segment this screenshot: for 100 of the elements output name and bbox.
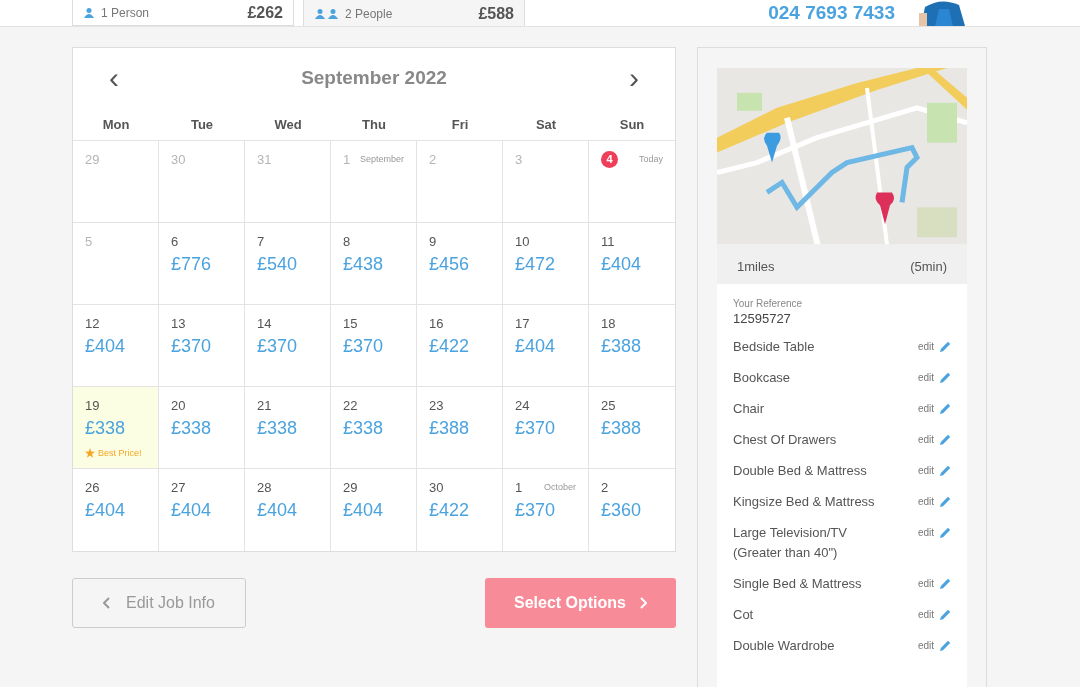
day-cell[interactable]: 18 £388 — [589, 305, 675, 387]
item-name: Chair — [733, 400, 766, 418]
option-price: £588 — [478, 5, 514, 22]
day-cell[interactable]: 30 £422 — [417, 469, 503, 551]
best-price-label: Best Price! — [98, 448, 142, 458]
edit-link[interactable]: edit — [917, 461, 934, 481]
previous-month-button[interactable]: ‹ — [103, 63, 125, 93]
today-day-number: 4 — [601, 150, 618, 168]
phone-number: 024 7693 7433 — [768, 3, 895, 23]
day-price: £438 — [343, 254, 385, 275]
day-cell[interactable]: 28 £404 — [245, 469, 331, 551]
reference-label: Your Reference — [733, 298, 804, 309]
day-number: 14 — [257, 315, 272, 331]
weekday-label: Thu — [361, 116, 387, 132]
day-price: £404 — [257, 500, 299, 521]
day-number: 26 — [85, 479, 100, 495]
edit-link[interactable]: edit — [917, 430, 934, 450]
reference-number: 12595727 — [733, 311, 792, 326]
day-cell[interactable]: 27 £404 — [159, 469, 245, 551]
day-number: 10 — [515, 233, 530, 249]
edit-link[interactable]: edit — [917, 605, 934, 625]
day-price: £422 — [429, 500, 471, 521]
day-number: 29 — [343, 479, 358, 495]
day-number: 11 — [601, 233, 615, 249]
day-cell[interactable]: 10 £472 — [503, 223, 589, 305]
day-cell[interactable]: 17 £404 — [503, 305, 589, 387]
day-price: £776 — [171, 254, 213, 275]
day-price: £404 — [343, 500, 385, 521]
day-cell[interactable]: 19 £338 Best Price! — [73, 387, 159, 469]
day-number: 17 — [515, 315, 530, 331]
day-number: 22 — [343, 397, 358, 413]
day-number: 1 — [343, 151, 351, 167]
day-cell[interactable]: 26 £404 — [73, 469, 159, 551]
edit-link[interactable]: edit — [917, 574, 934, 594]
edit-link[interactable]: edit — [917, 523, 934, 543]
edit-link[interactable]: edit — [917, 368, 934, 388]
day-price: £370 — [257, 336, 299, 357]
day-number: 12 — [85, 315, 100, 331]
next-month-button[interactable]: › — [623, 63, 645, 93]
day-cell[interactable]: 16 £422 — [417, 305, 503, 387]
edit-link[interactable]: edit — [917, 337, 934, 357]
day-cell[interactable]: 21 £338 — [245, 387, 331, 469]
route-distance: 1miles — [737, 259, 775, 274]
day-number: 1 — [515, 479, 523, 495]
item-name: Double Bed & Mattress — [733, 462, 868, 480]
edit-link[interactable]: edit — [917, 399, 934, 419]
day-price: £404 — [171, 500, 213, 521]
day-price: £370 — [171, 336, 213, 357]
day-cell[interactable]: 6 £776 — [159, 223, 245, 305]
option-label: 2 People — [345, 7, 393, 20]
day-cell[interactable]: 13 £370 — [159, 305, 245, 387]
day-price: £456 — [429, 254, 471, 275]
day-number: 2 — [601, 479, 609, 495]
item-name: Double Wardrobe — [733, 637, 836, 655]
day-cell[interactable]: 2 £360 — [589, 469, 675, 551]
edit-link[interactable]: edit — [917, 636, 934, 656]
item-name: Bedside Table — [733, 338, 816, 356]
today-label: Today — [638, 154, 663, 164]
weekday-label: Wed — [273, 116, 303, 132]
day-cell[interactable]: 25 £388 — [589, 387, 675, 469]
day-number: 16 — [429, 315, 444, 331]
day-cell[interactable]: 22 £338 — [331, 387, 417, 469]
option-price: £262 — [247, 4, 283, 21]
day-price: £388 — [601, 418, 643, 439]
day-price: £422 — [429, 336, 471, 357]
day-cell[interactable]: 9 £456 — [417, 223, 503, 305]
weekday-label: Sat — [534, 116, 558, 132]
day-cell[interactable]: 8 £438 — [331, 223, 417, 305]
day-price: £338 — [257, 418, 299, 439]
month-title: September 2022 — [301, 67, 447, 89]
day-price: £338 — [171, 418, 213, 439]
day-number: 27 — [171, 479, 186, 495]
day-number: 19 — [85, 397, 100, 413]
day-cell[interactable]: 24 £370 — [503, 387, 589, 469]
day-cell[interactable]: 14 £370 — [245, 305, 331, 387]
item-name: Kingsize Bed & Mattress — [733, 493, 876, 511]
option-tab[interactable]: 1 Person £262 — [72, 0, 294, 26]
day-number: 25 — [601, 397, 616, 413]
day-price: £388 — [429, 418, 471, 439]
day-price: £388 — [601, 336, 643, 357]
day-cell[interactable]: 29 £404 — [331, 469, 417, 551]
day-cell[interactable]: 23 £388 — [417, 387, 503, 469]
day-cell[interactable]: 20 £338 — [159, 387, 245, 469]
day-cell[interactable]: 7 £540 — [245, 223, 331, 305]
day-number: 30 — [171, 151, 186, 167]
day-number: 6 — [171, 233, 179, 249]
day-cell[interactable]: 15 £370 — [331, 305, 417, 387]
item-name: Large Television/TV (Greater than 40") — [733, 524, 848, 562]
month-label: October — [544, 482, 576, 492]
day-cell[interactable]: 11 £404 — [589, 223, 675, 305]
day-price: £472 — [515, 254, 557, 275]
day-price: £360 — [601, 500, 643, 521]
day-number: 31 — [257, 151, 272, 167]
route-duration: (5min) — [910, 259, 947, 274]
option-label: 1 Person — [101, 6, 150, 19]
day-number: 23 — [429, 397, 444, 413]
day-price: £338 — [85, 418, 127, 439]
day-cell[interactable]: 1 October £370 — [503, 469, 589, 551]
option-tab[interactable]: 2 People £588 — [303, 0, 525, 26]
edit-link[interactable]: edit — [917, 492, 934, 512]
